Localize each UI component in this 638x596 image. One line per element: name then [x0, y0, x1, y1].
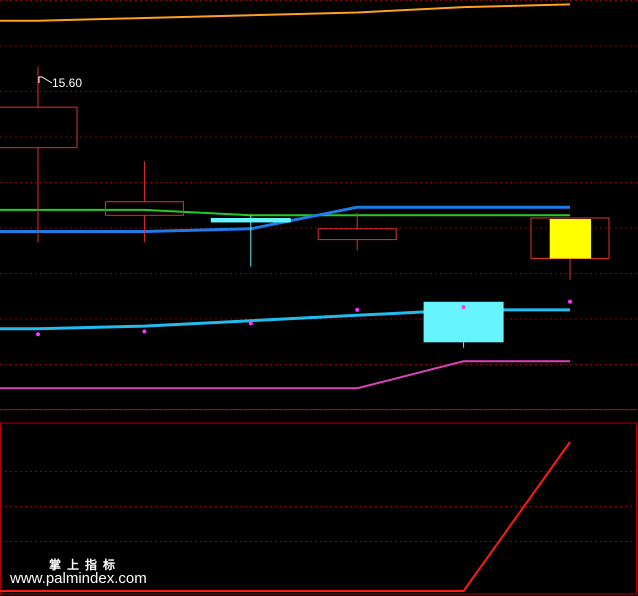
candle — [530, 217, 610, 281]
point-marker — [36, 332, 40, 337]
point-marker — [461, 305, 466, 310]
high-price-marker: 15.60 — [38, 76, 82, 90]
point-marker — [248, 321, 253, 326]
high-price-label: 15.60 — [52, 76, 82, 90]
point-marker — [142, 329, 147, 334]
series-line-2 — [0, 3, 571, 22]
candle-body — [210, 217, 291, 223]
series-line-3 — [0, 208, 570, 217]
price-hook-icon — [38, 76, 53, 84]
point-marker — [568, 299, 572, 304]
candle-body — [317, 228, 397, 241]
watermark-url: www.palmindex.com — [9, 570, 147, 587]
watermark: 掌上指标 www.palmindex.com — [9, 557, 147, 587]
point-marker — [355, 307, 360, 312]
candlestick-chart: 15.60 掌上指标 www.palmindex.com — [0, 0, 637, 595]
candle-highlight — [549, 218, 592, 259]
candle — [317, 212, 397, 251]
main-panel-grid — [0, 0, 637, 411]
series-line-6 — [0, 360, 570, 390]
candle-body — [104, 201, 184, 216]
candle — [0, 66, 78, 243]
candle-body — [0, 106, 78, 149]
